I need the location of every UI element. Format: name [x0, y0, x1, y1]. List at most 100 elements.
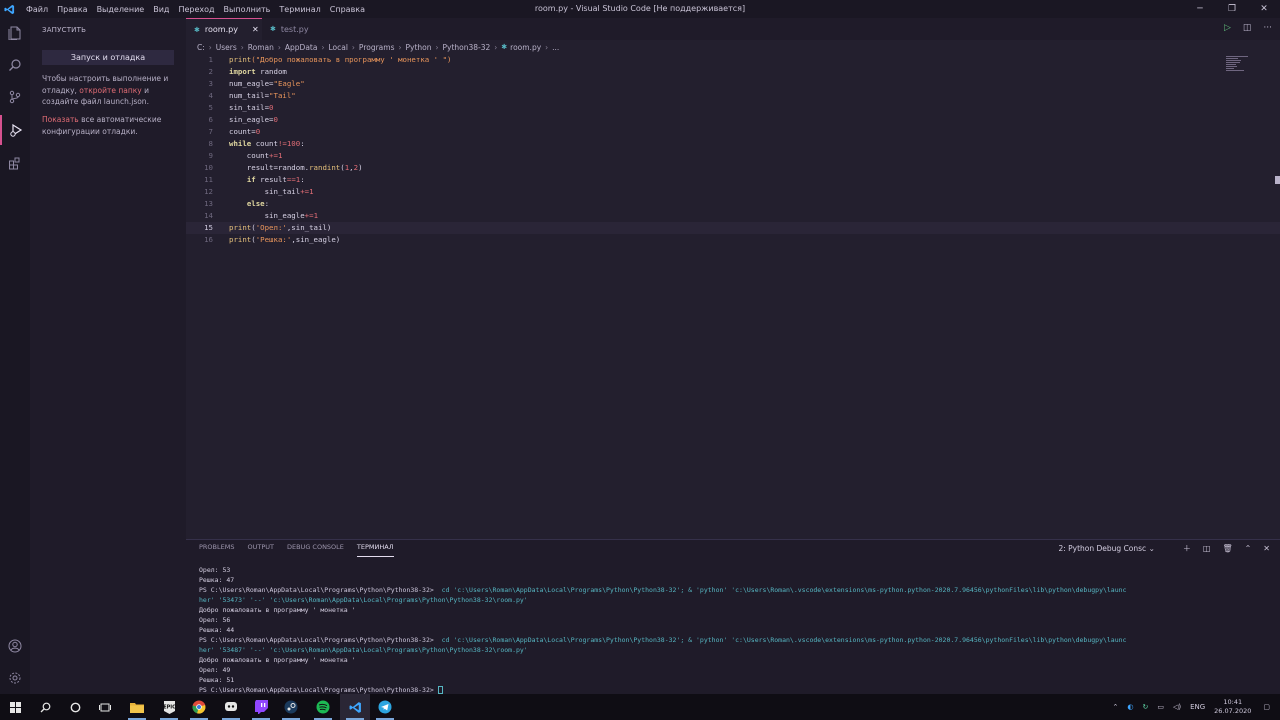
sidebar-header: ЗАПУСТИТЬ	[42, 26, 87, 34]
windows-taskbar: EPIC ⌃ ◐ ↻ ▭ ◁) ENG 10:41 26.07.2020 ▢	[0, 694, 1280, 720]
code-token: sin_eagle=	[229, 115, 274, 124]
network-icon[interactable]: ▭	[1157, 703, 1164, 711]
code-token: print	[229, 223, 252, 232]
close-tab-icon[interactable]: ✕	[252, 25, 259, 34]
code-token: +=	[304, 211, 314, 220]
split-editor-icon[interactable]: ◫	[1243, 23, 1252, 33]
breadcrumb-item[interactable]: room.py	[510, 43, 541, 52]
code-token: num_tail=	[229, 91, 270, 100]
code-line: 4 num_tail="Tail"	[186, 90, 1280, 102]
code-line: 5 sin_tail=0	[186, 102, 1280, 114]
terminal-command: cd 'c:\Users\Roman\AppData\Local\Program…	[437, 586, 1127, 594]
code-token: import	[229, 67, 256, 76]
kill-terminal-icon[interactable]: 🗑	[1222, 544, 1232, 553]
tab-output[interactable]: OUTPUT	[247, 543, 274, 557]
show-configs-link[interactable]: Показать	[42, 115, 79, 124]
split-terminal-icon[interactable]: ◫	[1203, 544, 1211, 553]
tab-debug-console[interactable]: DEBUG CONSOLE	[287, 543, 344, 557]
explorer-icon[interactable]	[0, 18, 30, 48]
tab-label: room.py	[204, 25, 238, 34]
code-line: 14 sin_eagle+=1	[186, 210, 1280, 222]
code-token: 100	[286, 139, 301, 148]
tab-room-py[interactable]: ✱ room.py ✕	[186, 18, 262, 40]
new-terminal-icon[interactable]: ＋	[1183, 543, 1191, 554]
file-explorer-icon[interactable]	[122, 694, 152, 720]
settings-gear-icon[interactable]	[0, 663, 30, 693]
breadcrumb-item[interactable]: Users	[216, 43, 237, 52]
line-number: 5	[208, 103, 213, 112]
code-editor[interactable]: 1 print("Добро пожаловать в программу ' м…	[186, 54, 1280, 539]
account-icon[interactable]	[0, 631, 30, 661]
breadcrumb-item[interactable]: Python38-32	[442, 43, 490, 52]
code-line: 11 if result==1:	[186, 174, 1280, 186]
tray-chevron-up-icon[interactable]: ⌃	[1112, 703, 1118, 711]
terminal-line: Добро пожаловать в программу ' монетка '	[199, 606, 356, 614]
open-folder-link[interactable]: откройте папку	[79, 86, 141, 95]
extensions-icon[interactable]	[0, 148, 30, 178]
code-token: randint	[309, 163, 341, 172]
minimap[interactable]	[1226, 56, 1252, 74]
terminal-line: Орел: 49	[199, 666, 231, 674]
restore-button[interactable]: ❐	[1216, 0, 1248, 18]
breadcrumb-item[interactable]: AppData	[285, 43, 318, 52]
terminal-output[interactable]: Орел: 53 Решка: 47 PS C:\Users\Roman\App…	[199, 565, 1274, 695]
chevron-down-icon: ⌄	[1148, 544, 1155, 553]
menu-run[interactable]: Выполнить	[224, 5, 271, 14]
breadcrumb-item[interactable]: Programs	[359, 43, 395, 52]
tab-test-py[interactable]: ✱ test.py	[262, 18, 332, 40]
start-windows-icon[interactable]	[0, 694, 30, 720]
line-number: 6	[208, 115, 213, 124]
menu-help[interactable]: Справка	[330, 5, 365, 14]
tray-refresh-icon[interactable]: ↻	[1142, 703, 1148, 711]
code-token: while	[229, 139, 252, 148]
twitch-icon[interactable]	[246, 694, 276, 720]
menu-view[interactable]: Вид	[153, 5, 169, 14]
notifications-icon[interactable]: ▢	[1263, 703, 1270, 711]
epic-games-icon[interactable]: EPIC	[154, 694, 184, 720]
task-view-icon[interactable]	[90, 694, 120, 720]
menu-file[interactable]: Файл	[26, 5, 48, 14]
source-control-icon[interactable]	[0, 82, 30, 112]
menu-edit[interactable]: Правка	[57, 5, 87, 14]
close-panel-icon[interactable]: ✕	[1263, 544, 1270, 553]
scrollbar-marker[interactable]	[1275, 176, 1280, 184]
tab-terminal[interactable]: ТЕРМИНАЛ	[356, 543, 394, 557]
vscode-taskbar-icon[interactable]	[340, 694, 370, 720]
maximize-panel-icon[interactable]: ⌃	[1245, 544, 1252, 553]
code-token: result	[255, 175, 287, 184]
cortana-icon[interactable]	[60, 694, 90, 720]
spotify-icon[interactable]	[308, 694, 338, 720]
terminal-select[interactable]: 2: Python Debug Consc ⌄	[1058, 544, 1154, 553]
breadcrumb-item[interactable]: Python	[405, 43, 431, 52]
menu-bar: Файл Правка Выделение Вид Переход Выполн…	[26, 5, 374, 14]
discord-icon[interactable]	[216, 694, 246, 720]
chrome-icon[interactable]	[184, 694, 214, 720]
menu-selection[interactable]: Выделение	[97, 5, 145, 14]
run-debug-icon[interactable]	[0, 115, 30, 145]
clock[interactable]: 10:41 26.07.2020	[1214, 698, 1251, 716]
close-window-button[interactable]: ✕	[1248, 0, 1280, 18]
run-file-icon[interactable]: ▷	[1224, 23, 1231, 33]
code-token: print	[229, 55, 252, 64]
breadcrumb-item[interactable]: ...	[552, 43, 559, 52]
run-and-debug-button[interactable]: Запуск и отладка	[42, 50, 174, 65]
tray-app-icon[interactable]: ◐	[1127, 703, 1133, 711]
more-actions-icon[interactable]: ···	[1263, 23, 1272, 33]
telegram-icon[interactable]	[370, 694, 400, 720]
steam-icon[interactable]	[276, 694, 306, 720]
minimize-button[interactable]: ─	[1184, 0, 1216, 18]
breadcrumb-item[interactable]: Roman	[248, 43, 274, 52]
volume-icon[interactable]: ◁)	[1173, 703, 1181, 711]
search-icon[interactable]	[0, 50, 30, 80]
clock-time: 10:41	[1223, 698, 1243, 706]
search-icon[interactable]	[30, 694, 60, 720]
code-token: 0	[273, 115, 278, 124]
breadcrumb-item[interactable]: C:	[197, 43, 205, 52]
menu-go[interactable]: Переход	[178, 5, 214, 14]
breadcrumb-item[interactable]: Local	[328, 43, 347, 52]
tab-problems[interactable]: PROBLEMS	[199, 543, 234, 557]
language-indicator[interactable]: ENG	[1190, 703, 1205, 711]
menu-terminal[interactable]: Терминал	[279, 5, 320, 14]
